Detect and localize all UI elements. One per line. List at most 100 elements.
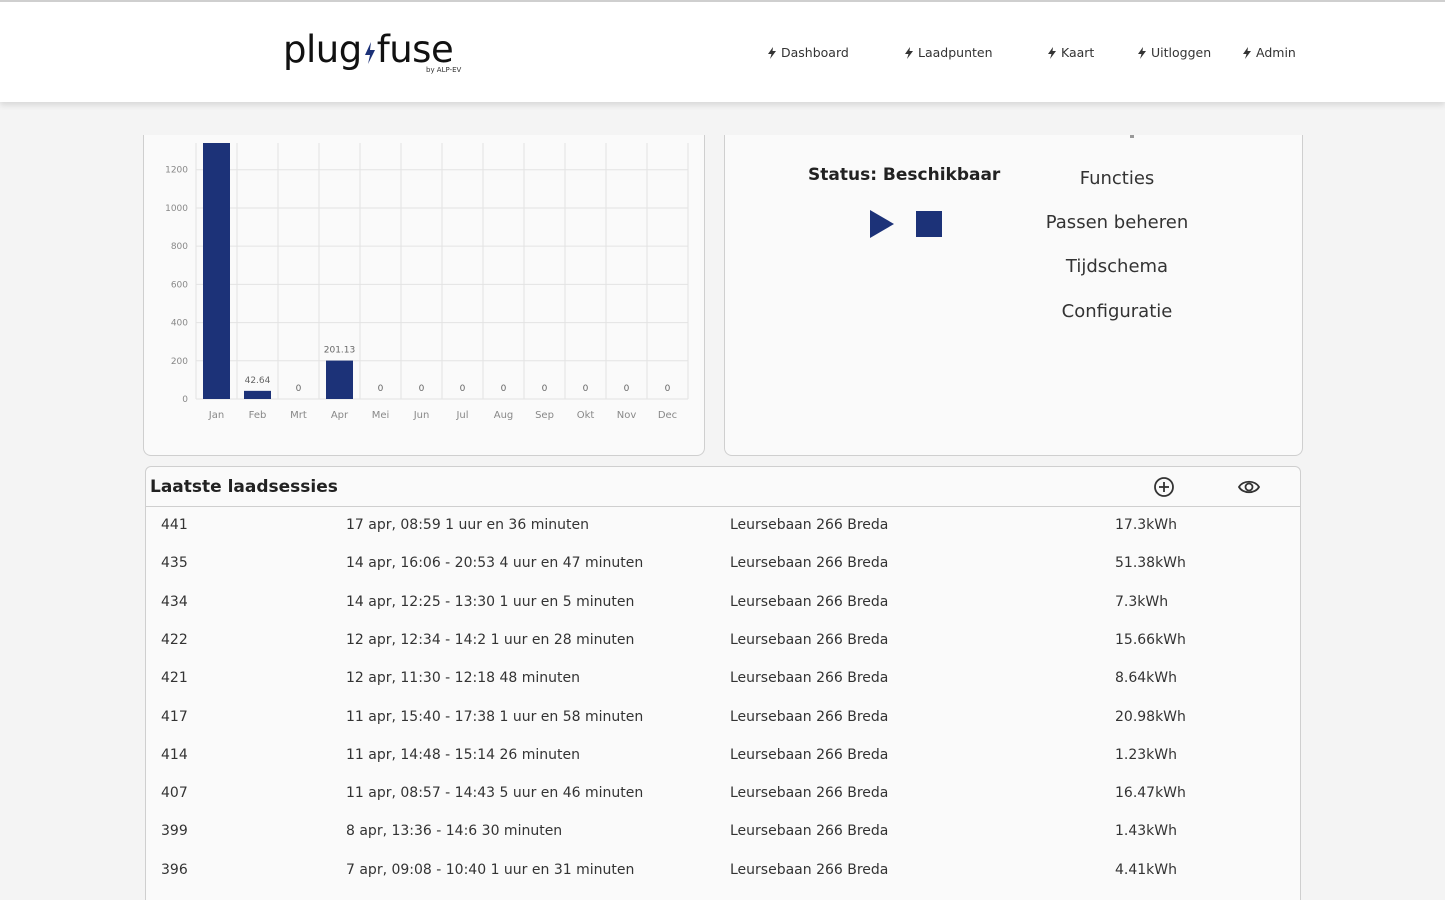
bar-value-label: 0 bbox=[583, 384, 589, 394]
x-tick-label: Nov bbox=[617, 410, 637, 421]
logo-subtitle: by ALP-EV bbox=[426, 66, 462, 74]
session-id: 435 bbox=[161, 555, 188, 572]
session-location: Leursebaan 266 Breda bbox=[730, 593, 889, 610]
top-navigation-bar: plug fuse by ALP-EV Dashboard Laadpunten… bbox=[0, 0, 1445, 102]
chart-bar bbox=[203, 143, 230, 399]
manage-cards-link[interactable]: Passen beheren bbox=[1017, 212, 1217, 233]
plus-circle-icon[interactable] bbox=[1153, 476, 1175, 498]
session-time: 12 apr, 12:34 - 14:2 1 uur en 28 minuten bbox=[346, 631, 635, 648]
sessions-title: Laatste laadsessies bbox=[150, 477, 338, 497]
session-location: Leursebaan 266 Breda bbox=[730, 861, 889, 878]
nav-kaart-label: Kaart bbox=[1061, 45, 1095, 60]
bar-value-label: 0 bbox=[460, 384, 466, 394]
schedule-link[interactable]: Tijdschema bbox=[1017, 256, 1217, 277]
session-id: 422 bbox=[161, 631, 188, 648]
x-tick-label: Jul bbox=[455, 410, 468, 421]
session-id: 414 bbox=[161, 746, 188, 763]
session-time: 11 apr, 14:48 - 15:14 26 minuten bbox=[346, 746, 580, 763]
nav-laadpunten-label: Laadpunten bbox=[918, 45, 993, 60]
stop-icon[interactable] bbox=[916, 211, 942, 237]
nav-uitloggen[interactable]: Uitloggen bbox=[1138, 45, 1211, 60]
x-tick-label: Apr bbox=[331, 410, 349, 421]
session-id: 396 bbox=[161, 861, 188, 878]
eye-icon[interactable] bbox=[1238, 476, 1260, 498]
session-location: Leursebaan 266 Breda bbox=[730, 785, 889, 802]
session-energy: 1.43kWh bbox=[1115, 823, 1177, 840]
session-energy: 1.23kWh bbox=[1115, 746, 1177, 763]
bar-value-label: 0 bbox=[419, 384, 425, 394]
table-row[interactable]: 396 7 apr, 09:08 - 10:40 1 uur en 31 minu… bbox=[146, 852, 1300, 890]
nav-admin[interactable]: Admin bbox=[1243, 45, 1296, 60]
nav-kaart[interactable]: Kaart bbox=[1048, 45, 1094, 60]
session-time: 17 apr, 08:59 1 uur en 36 minuten bbox=[346, 517, 589, 533]
session-location: Leursebaan 266 Breda bbox=[730, 631, 889, 648]
monthly-energy-chart: 0 200 400 600 800 1000 1200 Jan 42.64 Feb 0 Mrt 201.… bbox=[165, 143, 689, 421]
bolt-icon bbox=[1138, 46, 1146, 59]
session-id: 417 bbox=[161, 708, 188, 725]
table-row[interactable]: 422 12 apr, 12:34 - 14:2 1 uur en 28 minu… bbox=[146, 622, 1300, 660]
configuration-link[interactable]: Configuratie bbox=[1017, 301, 1217, 322]
x-tick-label: Mei bbox=[372, 410, 390, 421]
nav-dashboard[interactable]: Dashboard bbox=[768, 45, 849, 60]
bolt-icon bbox=[1048, 46, 1056, 59]
bar-value-label: 0 bbox=[501, 384, 507, 394]
table-row[interactable]: 414 11 apr, 14:48 - 15:14 26 minuten Leurs… bbox=[146, 737, 1300, 775]
session-location: Leursebaan 266 Breda bbox=[730, 708, 889, 725]
y-tick-label: 600 bbox=[171, 280, 188, 290]
nav-dashboard-label: Dashboard bbox=[781, 45, 849, 60]
y-tick-label: 1200 bbox=[165, 166, 188, 176]
bar-value-label: 0 bbox=[296, 384, 302, 394]
sessions-header: Laatste laadsessies bbox=[146, 467, 1300, 507]
chart-bar bbox=[244, 390, 271, 399]
scroll-hint-mark bbox=[1130, 135, 1134, 138]
play-icon[interactable] bbox=[870, 210, 894, 238]
session-time: 12 apr, 11:30 - 12:18 48 minuten bbox=[346, 670, 580, 687]
session-id: 399 bbox=[161, 823, 188, 840]
session-energy: 7.3kWh bbox=[1115, 593, 1169, 610]
recent-sessions-card: Laatste laadsessies 441 17 apr, 08:59 1 u… bbox=[145, 466, 1301, 900]
table-row[interactable]: 399 8 apr, 13:36 - 14:6 30 minuten Leurseb… bbox=[146, 813, 1300, 851]
bar-value-label: 0 bbox=[378, 384, 384, 394]
x-tick-label: Feb bbox=[249, 410, 267, 421]
bolt-icon bbox=[1243, 46, 1251, 59]
session-location: Leursebaan 266 Breda bbox=[730, 555, 889, 572]
session-energy: 8.64kWh bbox=[1115, 670, 1177, 687]
table-row[interactable]: 417 11 apr, 15:40 - 17:38 1 uur en 58 min… bbox=[146, 699, 1300, 737]
y-tick-label: 200 bbox=[171, 357, 188, 367]
session-id: 407 bbox=[161, 785, 188, 802]
table-row[interactable]: 434 14 apr, 12:25 - 13:30 1 uur en 5 minu… bbox=[146, 584, 1300, 622]
session-time: 11 apr, 08:57 - 14:43 5 uur en 46 minute… bbox=[346, 785, 644, 802]
session-id: 441 bbox=[161, 517, 188, 533]
table-row[interactable]: 435 14 apr, 16:06 - 20:53 4 uur en 47 min… bbox=[146, 545, 1300, 583]
x-tick-label: Okt bbox=[577, 410, 595, 421]
session-time: 7 apr, 09:08 - 10:40 1 uur en 31 minuten bbox=[346, 861, 635, 878]
nav-uitloggen-label: Uitloggen bbox=[1151, 45, 1212, 60]
session-energy: 16.47kWh bbox=[1115, 785, 1186, 802]
bolt-icon bbox=[768, 46, 776, 59]
main-nav: Dashboard Laadpunten Kaart Uitloggen Adm… bbox=[0, 45, 1445, 63]
functions-heading: Functies bbox=[1079, 168, 1155, 189]
table-row[interactable]: 407 11 apr, 08:57 - 14:43 5 uur en 46 min… bbox=[146, 775, 1300, 813]
nav-laadpunten[interactable]: Laadpunten bbox=[905, 45, 993, 60]
session-id: 434 bbox=[161, 593, 188, 610]
session-location: Leursebaan 266 Breda bbox=[730, 823, 889, 840]
session-energy: 51.38kWh bbox=[1115, 555, 1186, 572]
table-row[interactable]: 421 12 apr, 11:30 - 12:18 48 minuten Leurs… bbox=[146, 660, 1300, 698]
bar-value-label: 201.13 bbox=[324, 346, 356, 356]
table-row[interactable]: 441 17 apr, 08:59 1 uur en 36 minuten Leur… bbox=[146, 507, 1300, 545]
session-id: 421 bbox=[161, 670, 188, 687]
x-tick-label: Dec bbox=[658, 410, 677, 421]
session-energy: 4.41kWh bbox=[1115, 861, 1177, 878]
chart-bar bbox=[326, 360, 353, 399]
session-location: Leursebaan 266 Breda bbox=[730, 517, 889, 533]
y-tick-label: 1000 bbox=[165, 204, 188, 214]
x-tick-label: Jun bbox=[413, 410, 430, 421]
x-tick-label: Sep bbox=[535, 410, 554, 421]
y-tick-label: 0 bbox=[182, 395, 188, 405]
charger-status-card: Status: Beschikbaar Functies Passen behe… bbox=[724, 135, 1303, 456]
charger-status-text: Status: Beschikbaar bbox=[808, 165, 1001, 185]
bar-value-label: 0 bbox=[665, 384, 671, 394]
y-tick-label: 800 bbox=[171, 242, 188, 252]
nav-admin-label: Admin bbox=[1256, 45, 1296, 60]
x-tick-label: Mrt bbox=[290, 410, 307, 421]
